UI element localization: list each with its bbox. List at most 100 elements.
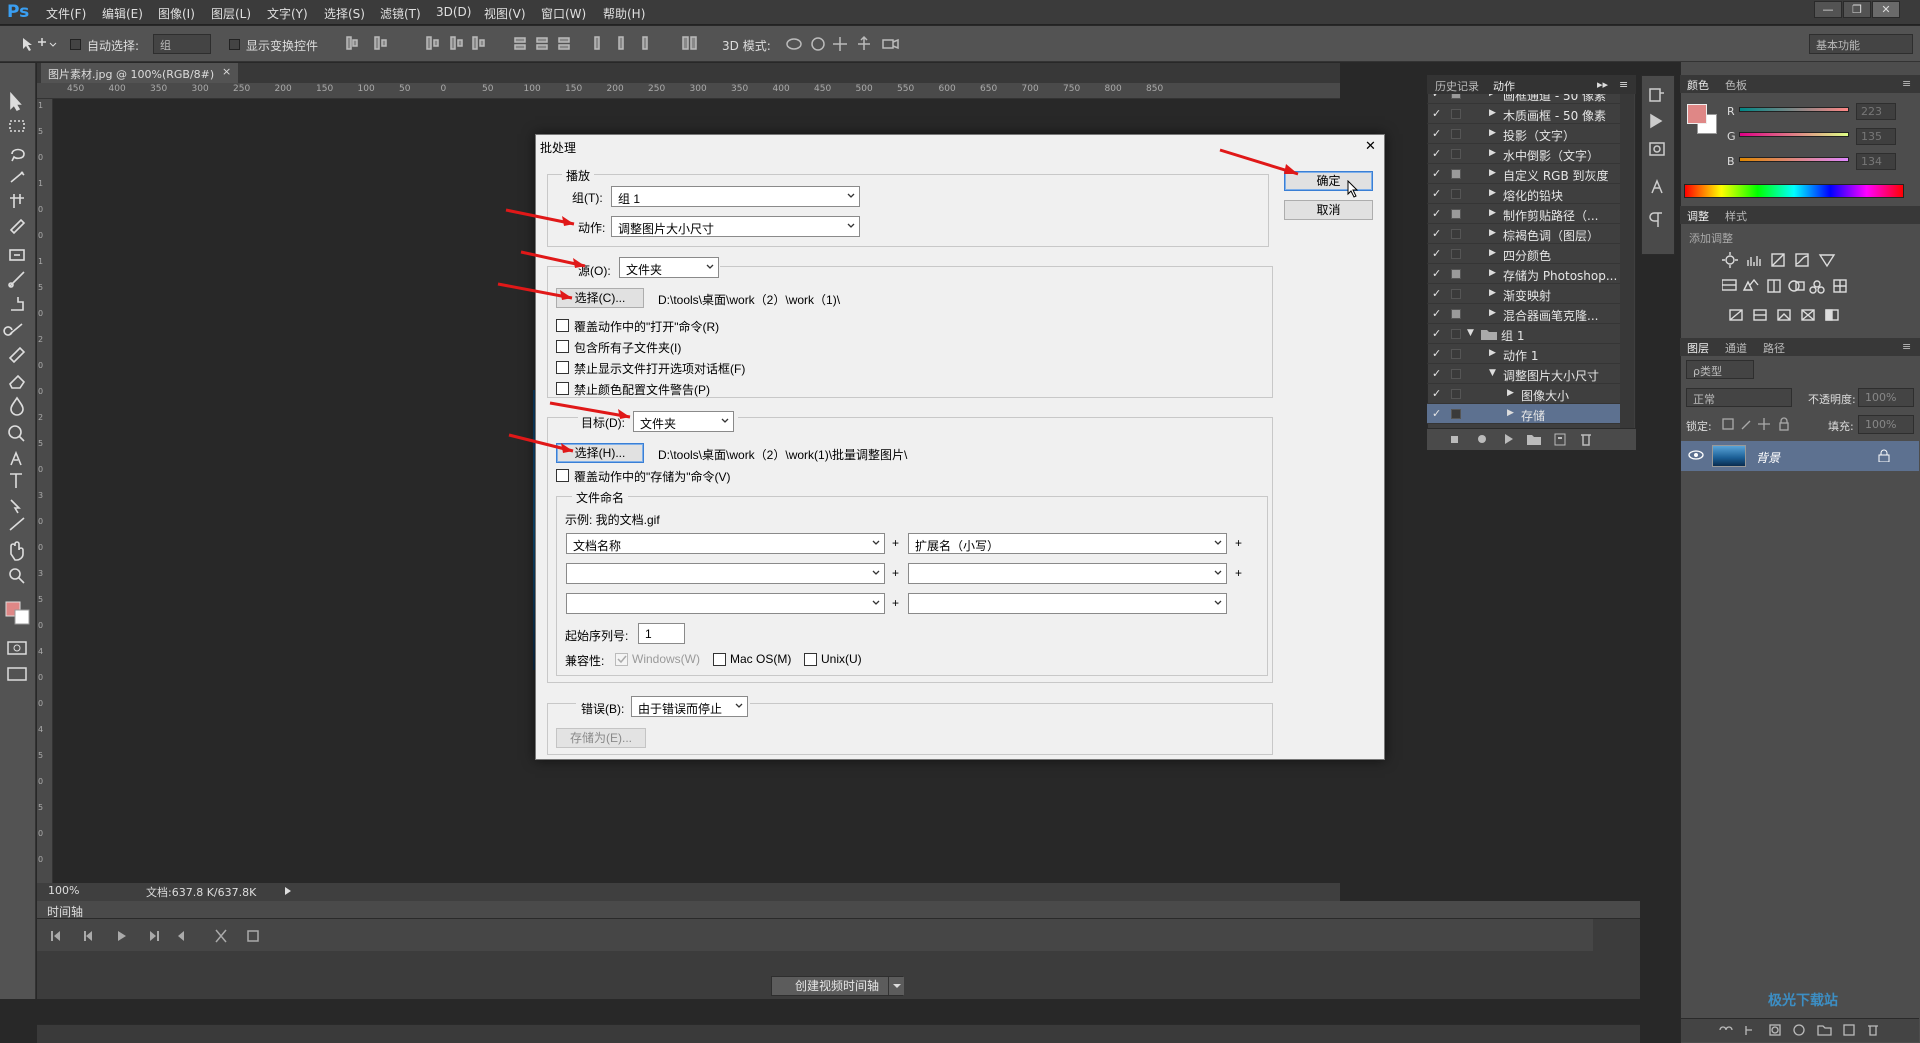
action-enabled-check-icon[interactable]: ✓: [1432, 387, 1441, 400]
menu-layer[interactable]: 图层(L): [211, 5, 251, 22]
serial-input[interactable]: 1: [638, 623, 685, 644]
collapsed-triangle-icon[interactable]: ▶: [1507, 408, 1514, 418]
collapsed-triangle-icon[interactable]: ▶: [1489, 348, 1496, 358]
action-enabled-check-icon[interactable]: ✓: [1432, 167, 1441, 180]
tab-layers[interactable]: 图层: [1687, 340, 1709, 356]
target-dropdown[interactable]: 文件夹: [633, 411, 734, 432]
action-dialog-toggle-icon[interactable]: [1451, 409, 1461, 419]
color-panel-menu-icon[interactable]: ≡: [1902, 77, 1911, 90]
collapsed-triangle-icon[interactable]: ▶: [1489, 148, 1496, 158]
errors-dropdown[interactable]: 由于错误而停止: [631, 696, 748, 717]
action-item[interactable]: ✓ ▶ 图像大小: [1427, 384, 1622, 404]
tab-styles[interactable]: 样式: [1725, 208, 1747, 224]
tab-actions[interactable]: 动作: [1493, 78, 1515, 94]
workspace-dropdown[interactable]: 基本功能: [1809, 34, 1913, 54]
g-value[interactable]: 135: [1856, 128, 1896, 145]
tab-color[interactable]: 颜色: [1687, 77, 1709, 93]
errors-save-as-button[interactable]: 存储为(E)...: [556, 728, 646, 748]
collapsed-triangle-icon[interactable]: ▶: [1489, 228, 1496, 238]
align-icons[interactable]: [345, 34, 705, 54]
action-dialog-toggle-icon[interactable]: [1451, 109, 1461, 119]
document-tab-close[interactable]: ×: [222, 65, 231, 78]
compat-checkbox[interactable]: [615, 653, 628, 666]
tab-swatches[interactable]: 色板: [1725, 77, 1747, 93]
collapsed-triangle-icon[interactable]: ▶: [1489, 128, 1496, 138]
panel-collapse-icon[interactable]: ▸▸: [1597, 78, 1608, 91]
action-item[interactable]: ✓ ▶ 渐变映射: [1427, 284, 1622, 304]
menu-file[interactable]: 文件(F): [46, 5, 86, 22]
lock-icons[interactable]: [1722, 417, 1802, 431]
action-item[interactable]: ✓ ▶ 自定义 RGB 到灰度: [1427, 164, 1622, 184]
collapsed-triangle-icon[interactable]: ▶: [1489, 108, 1496, 118]
close-window-button[interactable]: ✕: [1872, 1, 1900, 18]
menu-view[interactable]: 视图(V): [484, 5, 526, 22]
naming-field-6[interactable]: [908, 593, 1227, 614]
r-value[interactable]: 223: [1856, 103, 1896, 120]
3d-mode-icons[interactable]: [784, 34, 904, 54]
create-video-dropdown-icon[interactable]: [888, 977, 904, 995]
action-dialog-toggle-icon[interactable]: [1451, 189, 1461, 199]
color-spectrum-bar[interactable]: [1684, 184, 1904, 198]
layer-filter-dropdown[interactable]: ρ类型: [1686, 360, 1754, 379]
timeline-title[interactable]: 时间轴: [47, 903, 83, 920]
action-enabled-check-icon[interactable]: ✓: [1432, 307, 1441, 320]
move-tool-preset-icon[interactable]: [20, 36, 58, 52]
tab-paths[interactable]: 路径: [1763, 340, 1785, 356]
g-slider[interactable]: [1739, 132, 1849, 137]
source-option-checkbox[interactable]: [556, 361, 569, 374]
source-option-checkbox[interactable]: [556, 340, 569, 353]
action-enabled-check-icon[interactable]: ✓: [1432, 207, 1441, 220]
source-dropdown[interactable]: 文件夹: [619, 257, 719, 278]
show-transform-checkbox[interactable]: [229, 39, 240, 50]
compat-checkbox[interactable]: [804, 653, 817, 666]
menu-3d[interactable]: 3D(D): [436, 5, 471, 19]
auto-select-checkbox[interactable]: [70, 39, 81, 50]
action-enabled-check-icon[interactable]: ✓: [1432, 187, 1441, 200]
action-item[interactable]: ✓ ▶ 存储: [1427, 404, 1622, 424]
tab-history[interactable]: 历史记录: [1435, 78, 1479, 94]
collapsed-triangle-icon[interactable]: ▶: [1489, 188, 1496, 198]
source-option-checkbox[interactable]: [556, 382, 569, 395]
adjustment-icons[interactable]: [1722, 252, 1862, 326]
collapsed-triangle-icon[interactable]: ▶: [1489, 248, 1496, 258]
compat-checkbox[interactable]: [713, 653, 726, 666]
b-slider[interactable]: [1739, 157, 1849, 162]
naming-field-1[interactable]: 文档名称: [566, 533, 885, 554]
b-value[interactable]: 134: [1856, 153, 1896, 170]
cancel-button[interactable]: 取消: [1284, 200, 1373, 220]
document-tab[interactable]: 图片素材.jpg @ 100%(RGB/8#) ×: [41, 63, 239, 83]
menu-filter[interactable]: 滤镜(T): [380, 5, 421, 22]
timeline-playback-icons[interactable]: [48, 926, 268, 946]
expanded-triangle-icon[interactable]: ▼: [1467, 328, 1474, 338]
actions-footer-icons[interactable]: [1447, 431, 1617, 447]
layers-footer-icons[interactable]: [1716, 1023, 1916, 1037]
status-menu-arrow-icon[interactable]: [284, 886, 292, 896]
override-save-as-checkbox[interactable]: [556, 469, 569, 482]
collapsed-triangle-icon[interactable]: ▶: [1489, 208, 1496, 218]
action-enabled-check-icon[interactable]: ✓: [1432, 107, 1441, 120]
action-item[interactable]: ✓ ▶ 投影（文字）: [1427, 124, 1622, 144]
create-video-timeline-button[interactable]: 创建视频时间轴: [771, 976, 903, 996]
action-item[interactable]: ✓ ▶ 棕褐色调（图层）: [1427, 224, 1622, 244]
collapsed-triangle-icon[interactable]: ▶: [1489, 94, 1496, 98]
action-dropdown[interactable]: 调整图片大小尺寸: [611, 216, 860, 237]
collapsed-triangle-icon[interactable]: ▶: [1489, 288, 1496, 298]
opacity-input[interactable]: 100%: [1858, 388, 1914, 407]
zoom-level[interactable]: 100%: [48, 884, 79, 897]
collapsed-triangle-icon[interactable]: ▶: [1489, 168, 1496, 178]
action-dialog-toggle-icon[interactable]: [1451, 129, 1461, 139]
action-enabled-check-icon[interactable]: ✓: [1432, 287, 1441, 300]
menu-edit[interactable]: 编辑(E): [102, 5, 143, 22]
action-enabled-check-icon[interactable]: ✓: [1432, 127, 1441, 140]
layer-visibility-eye-icon[interactable]: [1688, 449, 1704, 461]
action-item[interactable]: ✓ ▶ 动作 1: [1427, 344, 1622, 364]
action-item[interactable]: ✓ ▶ 水中倒影（文字）: [1427, 144, 1622, 164]
action-dialog-toggle-icon[interactable]: [1451, 269, 1461, 279]
collapsed-triangle-icon[interactable]: ▶: [1489, 308, 1496, 318]
action-dialog-toggle-icon[interactable]: [1451, 389, 1461, 399]
action-dialog-toggle-icon[interactable]: [1451, 349, 1461, 359]
action-enabled-check-icon[interactable]: ✓: [1432, 247, 1441, 260]
naming-field-4[interactable]: [908, 563, 1227, 584]
action-dialog-toggle-icon[interactable]: [1451, 229, 1461, 239]
r-slider[interactable]: [1739, 107, 1849, 112]
